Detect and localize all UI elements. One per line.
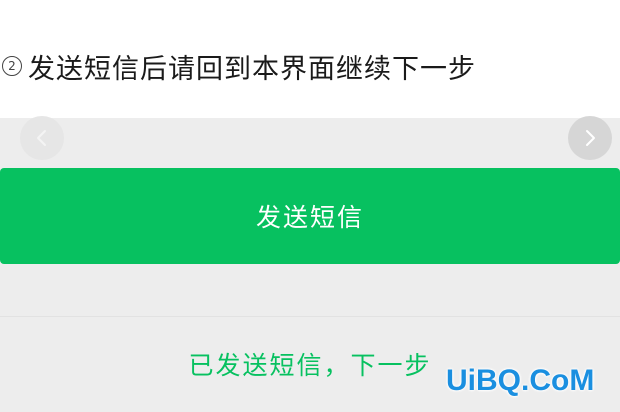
next-button[interactable] bbox=[568, 116, 612, 160]
step-instruction: 2 发送短信后请回到本界面继续下一步 bbox=[0, 44, 476, 88]
chevron-right-icon bbox=[586, 130, 595, 146]
sent-next-label: 已发送短信，下一步 bbox=[188, 350, 432, 380]
site-watermark: UiBQ.CoM bbox=[446, 364, 595, 397]
send-sms-button[interactable]: 发送短信 bbox=[0, 168, 620, 264]
step-number-badge: 2 bbox=[2, 56, 22, 76]
step-text: 发送短信后请回到本界面继续下一步 bbox=[28, 53, 476, 85]
chevron-left-icon bbox=[37, 130, 46, 146]
instruction-panel: 2 发送短信后请回到本界面继续下一步 bbox=[0, 0, 620, 118]
prev-button[interactable] bbox=[20, 116, 64, 160]
